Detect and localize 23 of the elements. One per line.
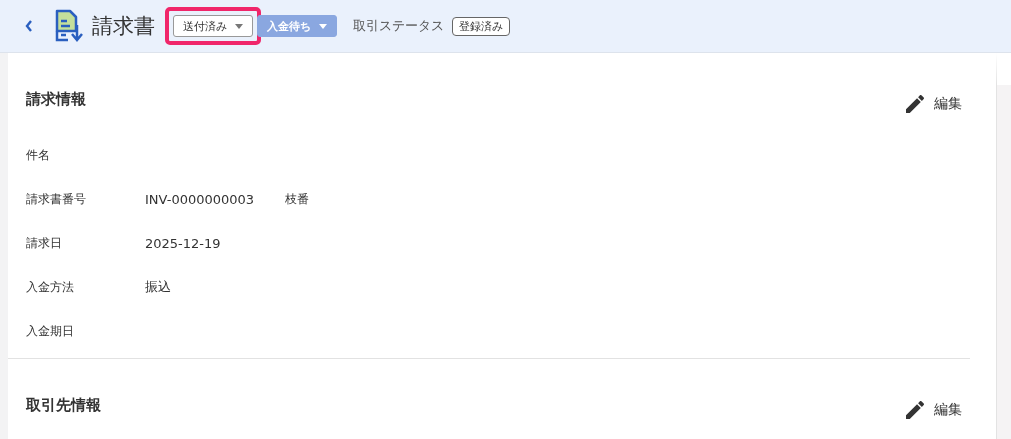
edit-button[interactable]: 編集 [906, 91, 962, 117]
field-value: 振込 [145, 278, 172, 296]
field-label: 請求書番号 [26, 190, 87, 208]
edit-button[interactable]: 編集 [906, 397, 962, 423]
section-title: 取引先情報 [26, 395, 101, 415]
field-value: 2025-12-19 [145, 235, 222, 251]
field-label: 入金期日 [26, 322, 75, 340]
back-chevron-icon [24, 19, 34, 33]
field-value: INV-0000000003 [145, 191, 256, 207]
field-label: 枝番 [285, 190, 309, 208]
status-badge: 登録済み [452, 16, 510, 36]
status-dropdown[interactable]: 送付済み [173, 15, 253, 37]
page-title: 請求書 [92, 13, 155, 40]
status-caption: 取引ステータス [353, 17, 444, 35]
pencil-icon [906, 95, 924, 113]
caret-icon [235, 23, 243, 29]
pencil-icon [906, 401, 924, 419]
field-label: 件名 [26, 146, 51, 164]
document-download-icon [54, 9, 84, 43]
section-title: 請求情報 [26, 89, 86, 109]
caret-icon [319, 23, 327, 29]
field-label: 入金方法 [26, 278, 75, 296]
field-label: 請求日 [26, 234, 63, 252]
